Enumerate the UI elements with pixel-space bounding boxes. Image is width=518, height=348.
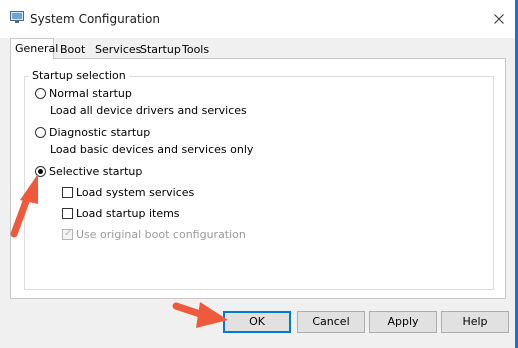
tab-boot[interactable]: Boot <box>55 40 90 57</box>
diagnostic-startup-label[interactable]: Diagnostic startup <box>49 126 150 139</box>
system-config-icon <box>10 11 24 23</box>
tab-general[interactable]: General <box>10 38 58 59</box>
normal-startup-label[interactable]: Normal startup <box>49 87 132 100</box>
close-icon <box>494 14 504 24</box>
checkmark-icon: ✓ <box>64 228 73 239</box>
normal-startup-description: Load all device drivers and services <box>50 104 247 117</box>
cancel-button[interactable]: Cancel <box>297 311 365 333</box>
diagnostic-startup-description: Load basic devices and services only <box>50 143 254 156</box>
window-title: System Configuration <box>30 12 160 26</box>
load-startup-items-checkbox[interactable] <box>62 208 73 219</box>
system-configuration-window: System Configuration General Boot Servic… <box>0 0 518 348</box>
startup-selection-label: Startup selection <box>29 69 129 82</box>
tab-strip: General Boot Services Startup Tools <box>10 38 510 59</box>
load-system-services-checkbox[interactable] <box>62 187 73 198</box>
close-button[interactable] <box>486 9 512 29</box>
ok-button[interactable]: OK <box>223 311 291 333</box>
normal-startup-radio[interactable] <box>35 88 46 99</box>
tab-tools[interactable]: Tools <box>177 40 214 57</box>
load-startup-items-label[interactable]: Load startup items <box>76 207 180 220</box>
diagnostic-startup-radio[interactable] <box>35 127 46 138</box>
general-tab-panel: Startup selection Normal startup Load al… <box>10 58 506 299</box>
apply-button[interactable]: Apply <box>369 311 437 333</box>
selective-startup-label[interactable]: Selective startup <box>49 165 142 178</box>
selective-startup-radio[interactable] <box>35 166 46 177</box>
title-bar: System Configuration <box>0 0 515 38</box>
load-system-services-label[interactable]: Load system services <box>76 186 194 199</box>
help-button[interactable]: Help <box>441 311 509 333</box>
use-original-boot-config-label: Use original boot configuration <box>76 228 246 241</box>
startup-selection-group: Startup selection Normal startup Load al… <box>24 69 494 290</box>
use-original-boot-config-checkbox: ✓ <box>62 228 73 240</box>
